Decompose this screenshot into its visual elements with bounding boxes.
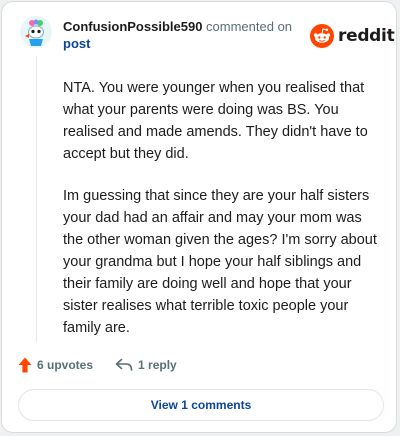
username-link[interactable]: ConfusionPossible590 — [63, 19, 202, 34]
reddit-logo[interactable]: reddit — [310, 22, 395, 50]
reply-count: 1 reply — [138, 358, 177, 372]
reply-button[interactable]: 1 reply — [115, 358, 177, 372]
upvote-arrow-icon — [18, 357, 32, 373]
upvote-button[interactable]: 6 upvotes — [18, 357, 93, 373]
upvote-count: 6 upvotes — [37, 358, 94, 372]
comment-card: ConfusionPossible590 commented on post r… — [1, 1, 397, 433]
thread-line[interactable] — [36, 56, 37, 342]
comment-actions: 6 upvotes 1 reply — [18, 354, 177, 376]
comment-header: ConfusionPossible590 commented on post — [63, 18, 303, 52]
reply-icon — [115, 358, 133, 371]
user-avatar[interactable] — [20, 16, 52, 48]
comment-paragraph: Im guessing that since they are your hal… — [63, 188, 377, 336]
reddit-wordmark: reddit — [338, 26, 395, 46]
view-comments-button[interactable]: View 1 comments — [18, 389, 384, 421]
comment-action-text: commented on — [206, 19, 293, 34]
post-link[interactable]: post — [63, 36, 90, 51]
reddit-icon — [310, 24, 334, 48]
comment-paragraph: NTA. You were younger when you realised … — [63, 80, 368, 162]
comment-body: NTA. You were younger when you realised … — [63, 77, 385, 359]
